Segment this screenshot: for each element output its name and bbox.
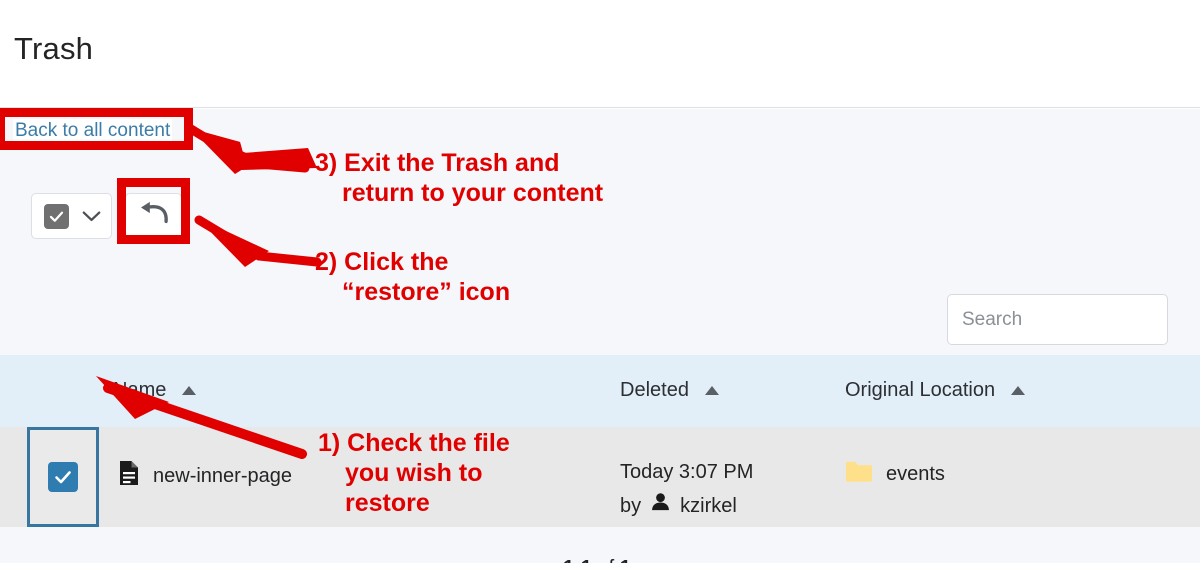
annotation-step-2-line1: 2) Click the (315, 248, 449, 276)
column-header-deleted-label: Deleted (620, 379, 689, 401)
page-title: Trash (14, 31, 94, 66)
undo-arrow-icon (138, 201, 170, 232)
pagination-of: of (592, 557, 620, 563)
trash-page: Trash Back to all content Search Name De… (0, 0, 1200, 563)
row-deleted-byline: by kzirkel (620, 489, 753, 523)
select-all-checkbox-icon[interactable] (44, 203, 69, 229)
row-deleted-cell: Today 3:07 PM by kzirkel (620, 455, 753, 523)
column-header-name[interactable]: Name (113, 379, 197, 402)
sort-ascending-icon[interactable] (704, 386, 719, 395)
annotation-step-2-line2: “restore” icon (342, 278, 511, 306)
annotation-step-3-line2: return to your content (342, 179, 604, 207)
column-header-original-location[interactable]: Original Location (845, 379, 1026, 402)
back-to-all-content-link[interactable]: Back to all content (13, 119, 173, 143)
pagination-summary: 1-1 of 1 (563, 557, 631, 563)
annotation-step-1: 1) Check the file you wish to restore (318, 428, 510, 518)
annotation-step-3-line1: 3) Exit the Trash and (315, 149, 560, 177)
annotation-step-3: 3) Exit the Trash and return to your cont… (315, 148, 603, 208)
row-original-location-cell: events (845, 460, 945, 489)
folder-icon (845, 460, 873, 489)
page-header: Trash (0, 0, 1200, 108)
column-header-original-location-label: Original Location (845, 379, 996, 401)
annotation-step-1-line3: restore (345, 489, 430, 517)
document-icon (118, 460, 140, 492)
row-checkbox-cell[interactable] (27, 427, 99, 527)
select-all-dropdown-button[interactable] (31, 193, 112, 239)
column-header-name-label: Name (113, 379, 167, 401)
annotation-step-2: 2) Click the “restore” icon (315, 247, 510, 307)
pagination-range: 1-1 (563, 557, 592, 563)
row-deleted-timestamp: Today 3:07 PM (620, 461, 754, 483)
row-deleted-by-prefix: by (620, 495, 642, 517)
restore-button[interactable] (125, 193, 182, 239)
person-icon (650, 489, 671, 523)
row-deleted-by-user: kzirkel (680, 495, 737, 517)
table-header-row: Name Deleted Original Location (0, 355, 1200, 427)
sort-ascending-icon[interactable] (182, 386, 197, 395)
search-input[interactable] (947, 294, 1168, 345)
sort-ascending-icon[interactable] (1011, 386, 1026, 395)
row-name-label: new-inner-page (153, 464, 292, 487)
column-header-deleted[interactable]: Deleted (620, 379, 719, 402)
annotation-step-1-line1: 1) Check the file (318, 429, 510, 457)
chevron-down-icon[interactable] (82, 210, 101, 223)
table-row[interactable]: new-inner-page Today 3:07 PM by kzirkel (0, 427, 1200, 527)
pagination-total: 1 (620, 557, 631, 563)
row-name-cell: new-inner-page (118, 460, 292, 492)
row-checkbox[interactable] (48, 462, 78, 492)
annotation-step-1-line2: you wish to (345, 459, 483, 487)
row-original-location-label: events (886, 463, 945, 485)
